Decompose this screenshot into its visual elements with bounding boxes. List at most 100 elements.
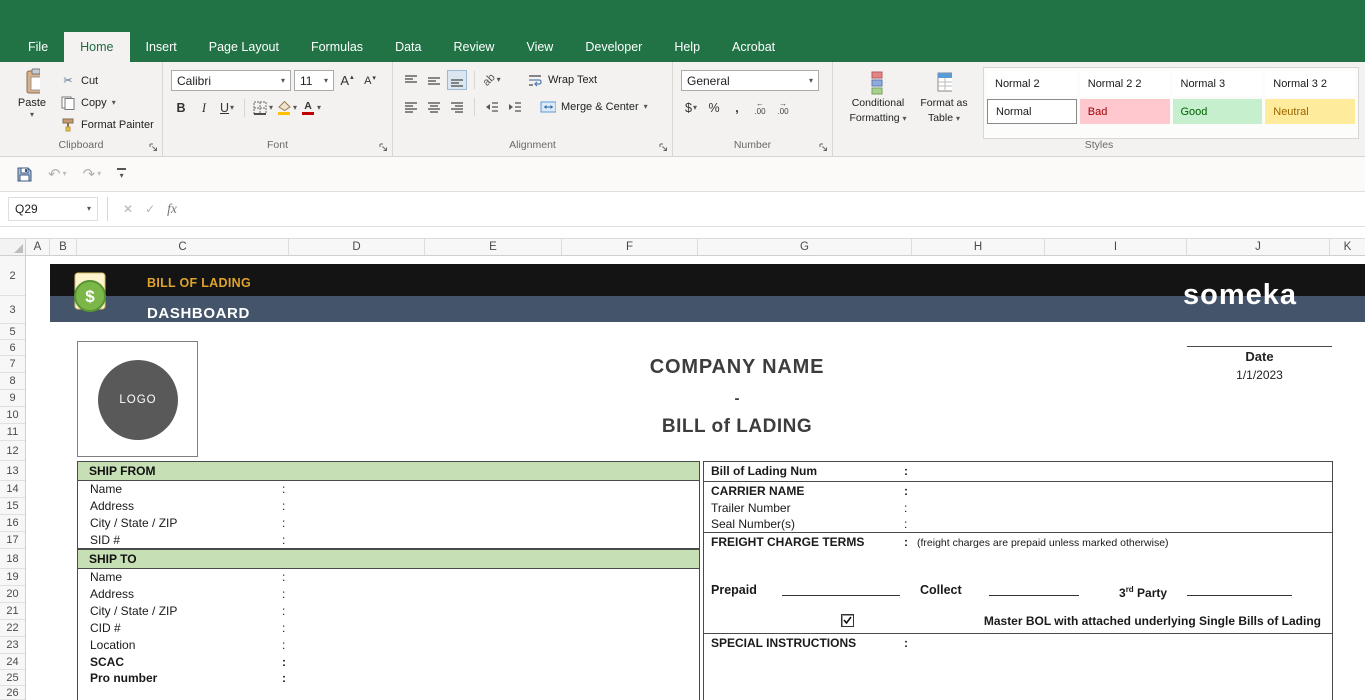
row-header[interactable]: 6 [0, 340, 25, 356]
tab-formulas[interactable]: Formulas [295, 32, 379, 62]
cell-style-good[interactable]: Good [1172, 99, 1263, 124]
tab-acrobat[interactable]: Acrobat [716, 32, 791, 62]
font-color-button[interactable]: A ▾ [300, 98, 321, 118]
tab-insert[interactable]: Insert [130, 32, 193, 62]
percent-style-button[interactable]: % [704, 98, 724, 118]
increase-indent-button[interactable] [505, 97, 525, 117]
row-header[interactable]: 3 [0, 296, 25, 324]
tab-developer[interactable]: Developer [569, 32, 658, 62]
number-format-select[interactable]: General ▾ [681, 70, 819, 91]
column-header-j[interactable]: J [1187, 239, 1330, 255]
cell-style-normal-2-2[interactable]: Normal 2 2 [1079, 71, 1170, 96]
cancel-icon[interactable]: ✕ [117, 202, 139, 216]
top-align-button[interactable] [401, 70, 421, 90]
row-header[interactable]: 24 [0, 654, 25, 670]
column-header-k[interactable]: K [1330, 239, 1365, 255]
cell-style-normal[interactable]: Normal [987, 99, 1077, 124]
row-header[interactable]: 11 [0, 424, 25, 441]
bottom-align-button[interactable] [447, 70, 467, 90]
column-header-a[interactable]: A [26, 239, 50, 255]
row-header[interactable]: 8 [0, 373, 25, 390]
row-header[interactable]: 5 [0, 324, 25, 340]
font-name-select[interactable]: Calibri ▾ [171, 70, 291, 91]
row-header[interactable]: 13 [0, 461, 25, 481]
copy-button[interactable]: Copy ▾ [60, 94, 154, 111]
column-header-h[interactable]: H [912, 239, 1045, 255]
wrap-text-button[interactable]: Wrap Text [527, 74, 597, 87]
column-header-b[interactable]: B [50, 239, 77, 255]
italic-button[interactable]: I [194, 98, 214, 118]
row-header[interactable]: 2 [0, 256, 25, 296]
tab-view[interactable]: View [510, 32, 569, 62]
enter-icon[interactable]: ✓ [139, 202, 161, 216]
font-size-select[interactable]: 11 ▾ [294, 70, 334, 91]
middle-align-button[interactable] [424, 70, 444, 90]
tab-help[interactable]: Help [658, 32, 716, 62]
row-header[interactable]: 12 [0, 441, 25, 461]
decrease-decimal-button[interactable]: → .00 [773, 98, 793, 118]
cell-style-neutral[interactable]: Neutral [1265, 99, 1355, 124]
decrease-font-button[interactable]: A ▾ [360, 71, 380, 91]
cell-style-bad[interactable]: Bad [1079, 99, 1170, 124]
align-right-button[interactable] [447, 97, 467, 117]
number-dialog-launcher[interactable] [817, 141, 829, 153]
row-header[interactable]: 16 [0, 515, 25, 532]
tab-page-layout[interactable]: Page Layout [193, 32, 295, 62]
row-header[interactable]: 17 [0, 532, 25, 549]
accounting-format-button[interactable]: $ ▾ [681, 98, 701, 118]
row-header[interactable]: 25 [0, 670, 25, 686]
undo-button[interactable]: ↶ ▾ [42, 162, 73, 186]
redo-button[interactable]: ↷ ▾ [77, 162, 108, 186]
tab-home[interactable]: Home [64, 32, 130, 62]
orientation-button[interactable]: ab ▾ [481, 70, 502, 90]
conditional-formatting-button[interactable]: ≠ Conditional Formatting ▾ [845, 67, 911, 139]
bold-button[interactable]: B [171, 98, 191, 118]
row-header[interactable]: 7 [0, 356, 25, 373]
sheet-canvas[interactable]: $ BILL OF LADING DASHBOARD someka LOGO C… [26, 256, 1365, 700]
master-bol-checkbox[interactable] [841, 614, 854, 627]
decrease-indent-button[interactable] [482, 97, 502, 117]
row-header[interactable]: 19 [0, 569, 25, 586]
align-center-button[interactable] [424, 97, 444, 117]
tab-review[interactable]: Review [437, 32, 510, 62]
row-header[interactable]: 20 [0, 586, 25, 603]
tab-file[interactable]: File [12, 32, 64, 62]
merge-center-button[interactable]: Merge & Center ▾ [540, 101, 648, 113]
cell-style-normal-3-2[interactable]: Normal 3 2 [1265, 71, 1355, 96]
column-header-c[interactable]: C [77, 239, 289, 255]
column-header-g[interactable]: G [698, 239, 912, 255]
row-header[interactable]: 26 [0, 686, 25, 700]
row-header[interactable]: 14 [0, 481, 25, 498]
third-party-blank-line[interactable] [1187, 595, 1292, 596]
font-dialog-launcher[interactable] [377, 141, 389, 153]
save-button[interactable] [10, 163, 38, 186]
row-header[interactable]: 18 [0, 549, 25, 569]
name-box[interactable]: Q29 ▾ [8, 197, 98, 221]
collect-blank-line[interactable] [989, 595, 1079, 596]
tab-data[interactable]: Data [379, 32, 437, 62]
formula-input[interactable] [183, 197, 1361, 221]
cut-button[interactable]: ✂ Cut [60, 72, 154, 89]
row-header[interactable]: 9 [0, 390, 25, 407]
fill-color-button[interactable]: ▾ [276, 98, 297, 118]
increase-decimal-button[interactable]: ← .00 [750, 98, 770, 118]
column-header-d[interactable]: D [289, 239, 425, 255]
column-header-e[interactable]: E [425, 239, 562, 255]
column-header-f[interactable]: F [562, 239, 698, 255]
row-header[interactable]: 23 [0, 637, 25, 654]
format-painter-button[interactable]: Format Painter [60, 116, 154, 133]
underline-button[interactable]: U ▾ [217, 98, 237, 118]
row-header[interactable]: 15 [0, 498, 25, 515]
column-header-i[interactable]: I [1045, 239, 1187, 255]
prepaid-blank-line[interactable] [782, 595, 900, 596]
format-as-table-button[interactable]: Format as Table ▾ [911, 67, 977, 139]
increase-font-button[interactable]: A ▴ [337, 71, 357, 91]
customize-qat-button[interactable]: ▾ [111, 165, 132, 183]
cell-style-normal-2[interactable]: Normal 2 [987, 71, 1077, 96]
insert-function-button[interactable]: fx [161, 201, 183, 217]
row-header[interactable]: 21 [0, 603, 25, 620]
row-header[interactable]: 22 [0, 620, 25, 637]
borders-button[interactable]: ▾ [252, 98, 273, 118]
alignment-dialog-launcher[interactable] [657, 141, 669, 153]
clipboard-dialog-launcher[interactable] [147, 141, 159, 153]
